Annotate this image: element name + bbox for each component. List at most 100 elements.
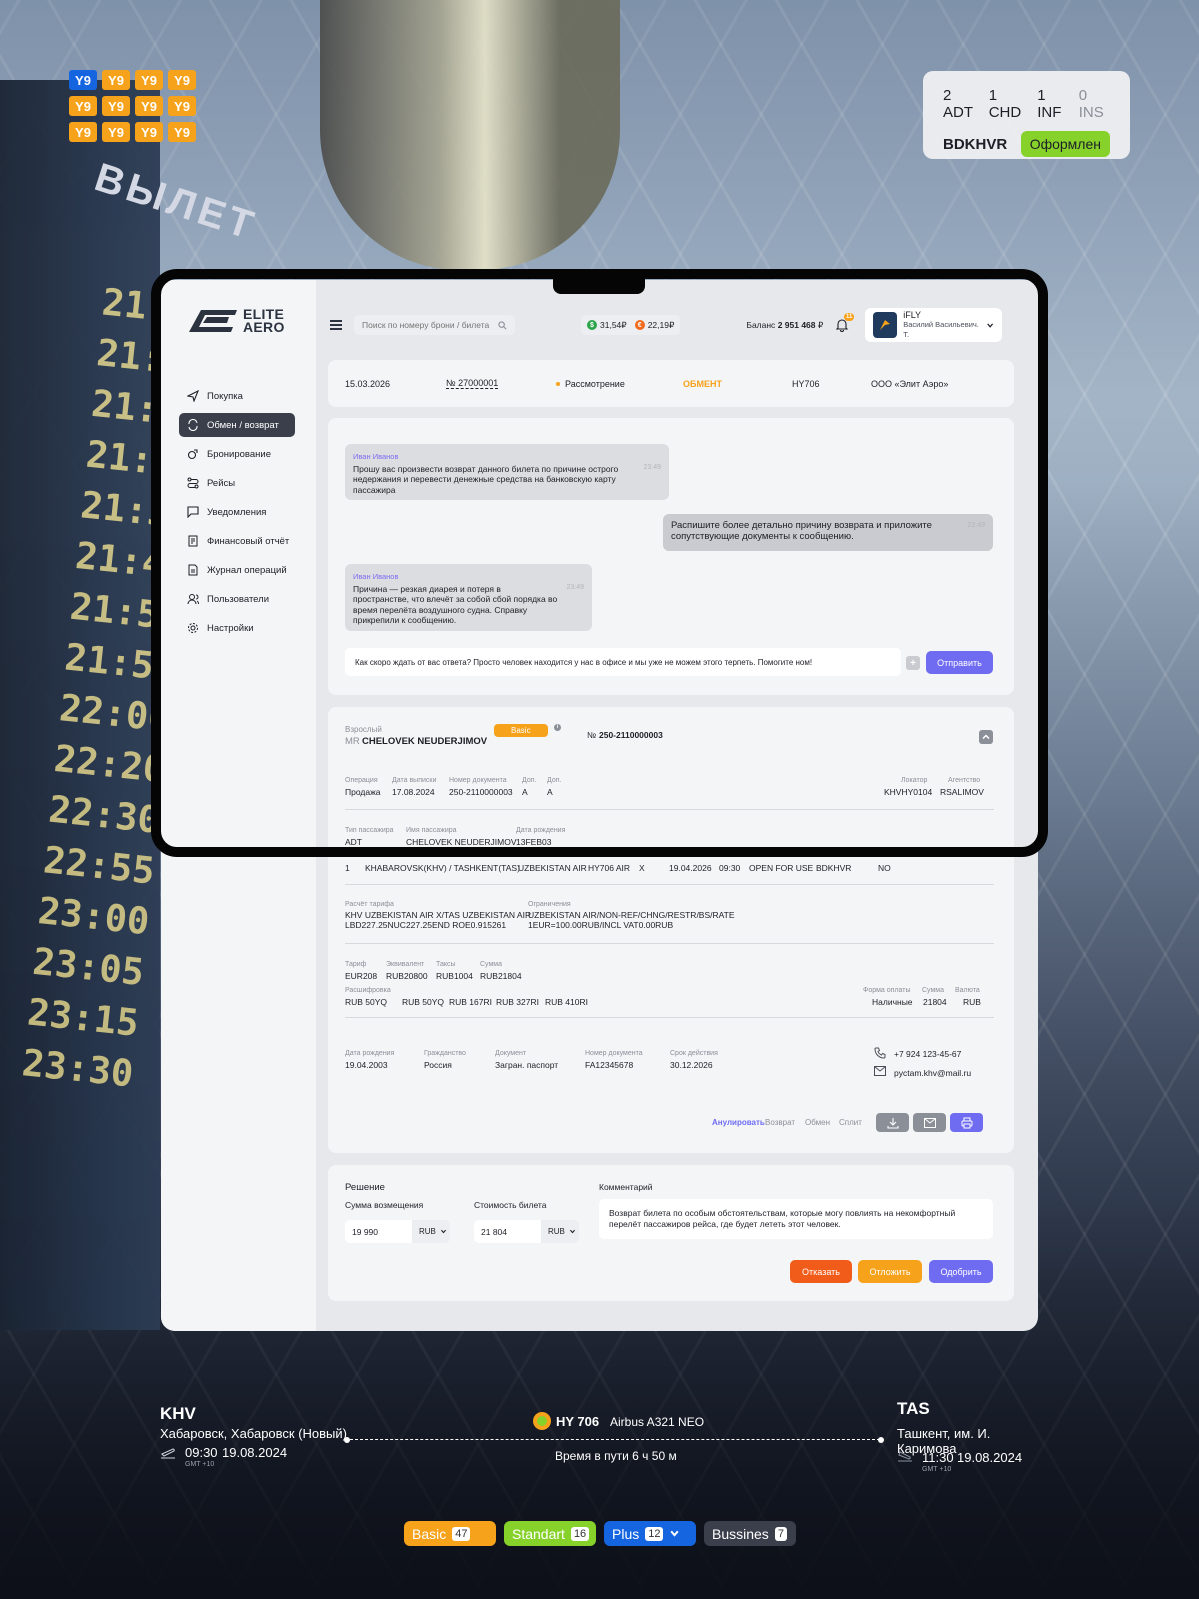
route-dot-start	[344, 1437, 350, 1443]
attach-button[interactable]: +	[906, 656, 920, 670]
seat-class-cell[interactable]: Y9	[102, 70, 130, 90]
sidebar-item-exchange[interactable]: Обмен / возврат	[179, 413, 295, 437]
refund-currency-select[interactable]: RUB	[412, 1220, 450, 1243]
from-city: Хабаровск, Хабаровск (Новый)	[160, 1426, 347, 1441]
seat-class-cell[interactable]: Y9	[135, 122, 163, 142]
report-icon	[187, 535, 199, 547]
split-link[interactable]: Сплит	[839, 1118, 862, 1127]
field-value: A	[522, 787, 528, 797]
tariff-standart[interactable]: Standart 16	[504, 1521, 596, 1546]
seat-class-cell[interactable]: Y9	[69, 122, 97, 142]
wallet-dollar-value: 31,54₽	[600, 319, 627, 330]
message-time: 23:49	[643, 464, 661, 471]
message-text: Причина — резкая диарея и потеря в прост…	[353, 583, 558, 626]
reject-button[interactable]: Отказать	[790, 1260, 852, 1283]
ticket-number-label: №	[587, 730, 597, 740]
tariff-plus[interactable]: Plus 12	[604, 1521, 696, 1546]
sidebar-item-booking[interactable]: Бронирование	[179, 442, 295, 466]
field-value: 250-2110000003	[449, 787, 513, 797]
printer-icon	[961, 1117, 972, 1128]
exchange-link[interactable]: Обмен	[805, 1118, 830, 1127]
seat-class-cell[interactable]: Y9	[102, 122, 130, 142]
send-button[interactable]: Отправить	[926, 651, 993, 674]
sidebar-item-purchase[interactable]: Покупка	[179, 384, 295, 408]
mail-icon	[874, 1066, 886, 1076]
price-field[interactable]: 21 804 RUB	[474, 1220, 579, 1243]
info-icon[interactable]: i	[554, 724, 561, 731]
tariff-bussines[interactable]: Bussines 7	[704, 1521, 796, 1546]
email-button[interactable]	[913, 1113, 946, 1132]
message-input[interactable]: Как скоро ждать от вас ответа? Просто че…	[345, 648, 901, 676]
refund-field[interactable]: 19 990 RUB	[345, 1220, 450, 1243]
sidebar-item-users[interactable]: Пользователи	[179, 587, 295, 611]
price-currency-select[interactable]: RUB	[541, 1220, 579, 1243]
request-infobar: 15.03.2026 № 27000001 Рассмотрение ОБМЕН…	[328, 360, 1014, 407]
user-company: iFLY	[903, 310, 922, 320]
field-label: Имя пассажира	[406, 827, 457, 834]
flight-number: HY 706	[556, 1414, 600, 1429]
menu-icon[interactable]	[330, 320, 342, 330]
sidebar-item-flights[interactable]: Рейсы	[179, 471, 295, 495]
seat-class-cell[interactable]: Y9	[69, 96, 97, 116]
balance-currency: ₽	[817, 319, 824, 330]
sidebar-item-finance-report[interactable]: Финансовый отчёт	[179, 529, 295, 553]
segment-cell: OPEN FOR USE	[749, 863, 814, 873]
segment-cell: X	[639, 863, 645, 873]
sidebar-item-settings[interactable]: Настройки	[179, 616, 295, 640]
seat-class-cell[interactable]: Y9	[168, 70, 196, 90]
wallet-euro[interactable]: €22,19₽	[634, 320, 674, 331]
field-label: Гражданство	[424, 1050, 466, 1057]
wallets: $31,54₽ €22,19₽	[581, 315, 681, 335]
ticket-number: 250-2110000003	[599, 730, 663, 740]
comment-textarea[interactable]: Возврат билета по особым обстоятельствам…	[599, 1199, 993, 1239]
field-label: Дата выписки	[392, 777, 437, 784]
tariff-basic[interactable]: Basic 47	[404, 1521, 496, 1546]
cancel-ticket-link[interactable]: Анулировать	[712, 1118, 765, 1127]
field-label: Дата рождения	[516, 827, 566, 834]
field-label: Сумма	[922, 987, 944, 994]
email-value[interactable]: pyctam.khv@mail.ru	[894, 1068, 971, 1078]
print-button[interactable]	[950, 1113, 983, 1132]
seat-class-cell[interactable]: Y9	[168, 122, 196, 142]
search-input[interactable]	[362, 320, 492, 330]
sidebar-item-label: Пользователи	[207, 593, 270, 605]
route-icon	[187, 477, 199, 489]
tariff-selector: Basic 47 Standart 16 Plus 12 Bussines 7	[404, 1521, 796, 1546]
seat-class-cell[interactable]: Y9	[69, 70, 97, 90]
dep-time: 09:30	[185, 1445, 218, 1460]
seat-class-cell[interactable]: Y9	[168, 96, 196, 116]
approve-button[interactable]: Одобрить	[929, 1260, 993, 1283]
seat-class-cell[interactable]: Y9	[135, 96, 163, 116]
tax-item: RUB 50YQ	[402, 997, 445, 1007]
message-author: Иван Иванов	[353, 572, 399, 581]
pnr-code: BDKHVR	[943, 135, 1008, 153]
wallet-dollar[interactable]: $31,54₽	[587, 320, 627, 331]
field-value: Наличные	[872, 997, 913, 1007]
sidebar-item-notifications[interactable]: Уведомления	[179, 500, 295, 524]
background-pillar	[320, 0, 620, 270]
segment-cell: BDKHVR	[816, 863, 852, 873]
collapse-button[interactable]	[979, 730, 993, 744]
download-button[interactable]	[876, 1113, 909, 1132]
tariff-count: 47	[452, 1526, 471, 1541]
user-menu[interactable]: iFLY Василий Васильевич. Т.	[865, 308, 1003, 342]
request-number[interactable]: № 27000001	[446, 378, 499, 389]
search-icon[interactable]	[498, 320, 507, 330]
field-value: EUR208	[345, 971, 378, 981]
segment-cell: 09:30	[719, 863, 741, 873]
bell-icon[interactable]: 11	[835, 313, 855, 332]
board-word: ВЫЛЕТ	[89, 155, 263, 249]
sidebar-item-journal[interactable]: Журнал операций	[179, 558, 295, 582]
sidebar: ELITE AERO Покупка Обмен / возврат Бронир…	[161, 280, 316, 1331]
tariff-name: Basic	[412, 1525, 447, 1542]
airline-logo-icon	[533, 1412, 551, 1430]
chat-message-own: Распишите более детально причину возврат…	[663, 514, 993, 551]
logo[interactable]: ELITE AERO	[189, 307, 285, 334]
postpone-button[interactable]: Отложить	[858, 1260, 922, 1283]
phone-value[interactable]: +7 924 123-45-67	[894, 1049, 961, 1059]
field-value: ADT	[345, 837, 362, 847]
seat-class-cell[interactable]: Y9	[135, 70, 163, 90]
refund-link[interactable]: Возврат	[765, 1118, 795, 1127]
notification-count: 11	[843, 313, 855, 321]
seat-class-cell[interactable]: Y9	[102, 96, 130, 116]
